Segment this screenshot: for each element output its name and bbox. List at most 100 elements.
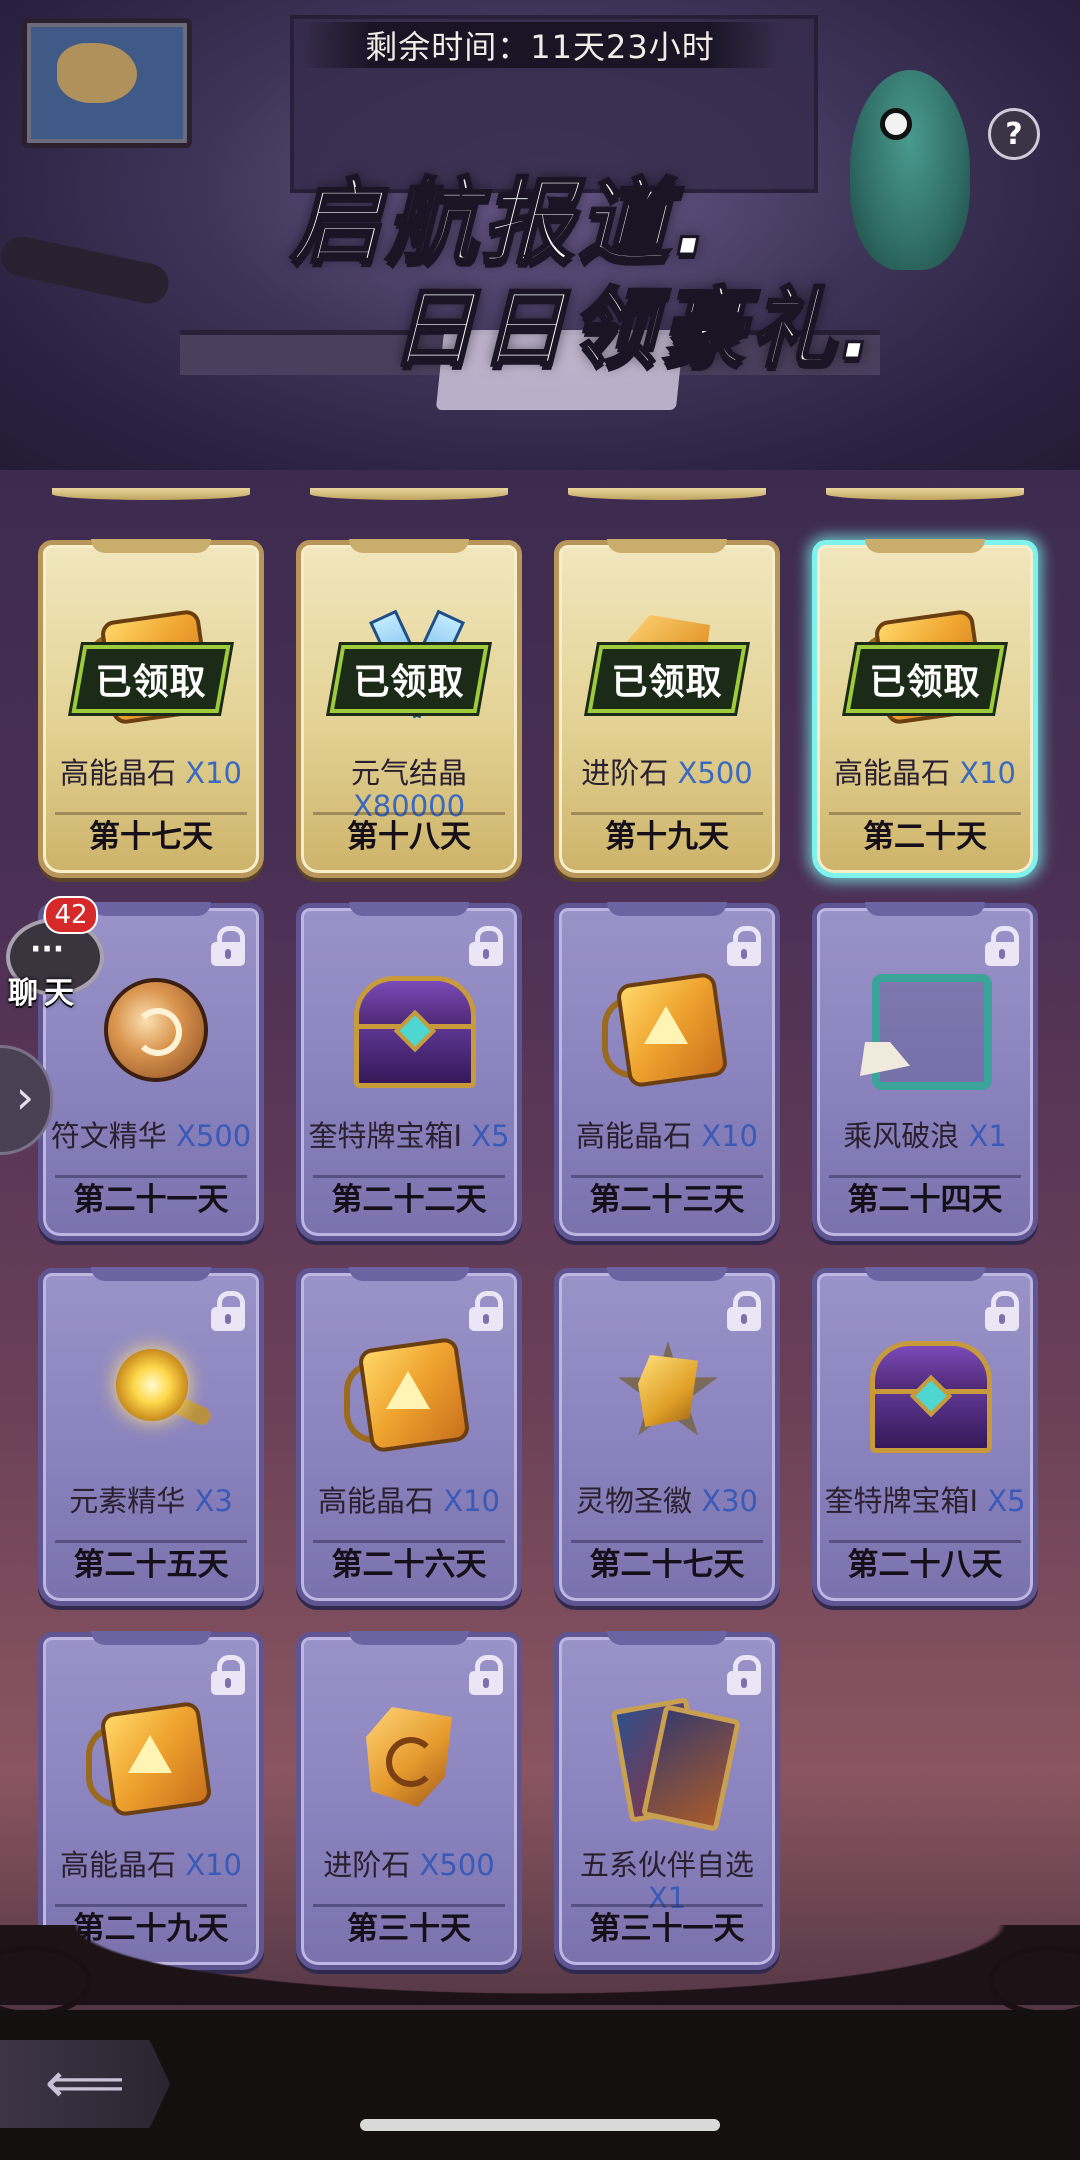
lock-icon — [727, 1291, 761, 1331]
reward-item-name: 高能晶石 — [833, 756, 950, 790]
advance-stone-icon — [344, 1695, 474, 1815]
reward-day-label: 第二十四天 — [829, 1175, 1021, 1222]
home-indicator[interactable] — [360, 2119, 720, 2131]
spirit-emblem-icon — [602, 1331, 732, 1451]
back-button[interactable]: ⟸ — [0, 2040, 170, 2128]
card-notch — [349, 902, 469, 916]
reward-item-name: 元气结晶 — [350, 756, 467, 790]
reward-quantity: X30 — [701, 1484, 758, 1518]
lock-icon — [469, 926, 503, 966]
reward-name: 符文精华 X500 — [43, 1120, 259, 1153]
help-button[interactable]: ? — [988, 108, 1040, 160]
unread-count-badge: 42 — [44, 896, 98, 934]
reward-name: 高能晶石 X10 — [43, 757, 259, 790]
reward-item-name: 符文精华 — [50, 1119, 167, 1153]
lock-icon — [985, 926, 1019, 966]
reward-card[interactable]: 奎特牌宝箱I X5 第二十二天 — [296, 902, 522, 1241]
card-notch — [607, 902, 727, 916]
treasure-chest-icon — [860, 1331, 992, 1453]
lock-icon — [211, 1291, 245, 1331]
reward-card[interactable]: 奎特牌宝箱I X5 第二十八天 — [812, 1267, 1038, 1606]
header-banner: 剩余时间：11天23小时 ? 启航报道. 日日领豪礼. — [0, 0, 1080, 470]
reward-item-name: 高能晶石 — [59, 756, 176, 790]
reward-item-name: 奎特牌宝箱I — [308, 1119, 462, 1153]
reward-day-label: 第二十三天 — [571, 1175, 763, 1222]
energy-crystal-icon — [602, 966, 732, 1089]
reward-card[interactable]: 已领取 元气结晶 X80000 第十八天 — [296, 539, 522, 878]
telescope-decoration — [0, 232, 173, 308]
card-notch — [349, 539, 469, 553]
reward-day-label: 第十七天 — [55, 812, 247, 859]
reward-name: 高能晶石 X10 — [43, 1849, 259, 1882]
reward-day-label: 第二十五天 — [55, 1540, 247, 1587]
energy-crystal-icon — [86, 1695, 216, 1818]
reward-name: 乘风破浪 X1 — [817, 1120, 1033, 1153]
energy-crystal-icon — [344, 1331, 474, 1454]
reward-name: 灵物圣徽 X30 — [559, 1485, 775, 1518]
reward-name: 高能晶石 X10 — [301, 1485, 517, 1518]
reward-quantity: X500 — [176, 1119, 252, 1153]
back-arrow-icon: ⟸ — [44, 2051, 126, 2116]
reward-day-label: 第二十天 — [829, 812, 1021, 859]
previous-row-edge — [310, 488, 508, 500]
treasure-chest-icon — [344, 966, 476, 1088]
reward-quantity: X10 — [959, 756, 1016, 790]
reward-card[interactable]: 已领取高能晶石 X10 第十七天 — [38, 539, 264, 878]
chat-label: 聊天 — [8, 976, 80, 1011]
reward-card[interactable]: 高能晶石 X10 第二十六天 — [296, 1267, 522, 1606]
reward-day-label: 第十九天 — [571, 812, 763, 859]
reward-name: 高能晶石 X10 — [817, 757, 1033, 790]
previous-row-edge — [52, 488, 250, 500]
claimed-text: 已领取 — [95, 662, 207, 703]
reward-day-label: 第十八天 — [313, 812, 505, 859]
card-notch — [91, 539, 211, 553]
remaining-time-bar: 剩余时间：11天23小时 — [300, 22, 780, 68]
card-notch — [865, 1267, 985, 1281]
card-notch — [91, 1631, 211, 1645]
card-notch — [607, 539, 727, 553]
lock-icon — [211, 1655, 245, 1695]
reward-name: 进阶石 X500 — [559, 757, 775, 790]
reward-card[interactable]: 五系伙伴自选 X1第三十一天 — [554, 1631, 780, 1970]
parrot-mascot — [850, 70, 970, 270]
reward-quantity: X500 — [419, 1848, 495, 1882]
reward-card[interactable]: 灵物圣徽 X30 第二十七天 — [554, 1267, 780, 1606]
world-map-decoration — [22, 18, 192, 148]
reward-card[interactable]: 已领取高能晶石 X10 第二十天 — [812, 539, 1038, 878]
reward-item-name: 高能晶石 — [59, 1848, 176, 1882]
reward-card[interactable]: 元素精华 X3 第二十五天 — [38, 1267, 264, 1606]
reward-card[interactable]: 乘风破浪 X1 第二十四天 — [812, 902, 1038, 1241]
reward-item-name: 元素精华 — [69, 1484, 186, 1518]
reward-item-name: 进阶石 — [581, 756, 669, 790]
card-notch — [865, 539, 985, 553]
reward-item-name: 乘风破浪 — [843, 1119, 960, 1153]
reward-name: 进阶石 X500 — [301, 1849, 517, 1882]
reward-day-label: 第二十八天 — [829, 1540, 1021, 1587]
lock-icon — [469, 1291, 503, 1331]
claimed-stamp: 已领取 — [71, 645, 231, 713]
avatar-frame-icon — [860, 966, 992, 1090]
element-essence-icon — [86, 1331, 216, 1451]
claimed-text: 已领取 — [869, 662, 981, 703]
reward-quantity: X5 — [471, 1119, 510, 1153]
reward-card[interactable]: 高能晶石 X10第二十九天 — [38, 1631, 264, 1970]
reward-quantity: X3 — [194, 1484, 233, 1518]
card-notch — [91, 902, 211, 916]
chat-button[interactable]: 42 聊天 — [0, 896, 104, 1011]
reward-name: 奎特牌宝箱I X5 — [301, 1120, 517, 1153]
reward-item-name: 五系伙伴自选 — [579, 1848, 754, 1882]
previous-row-edge — [568, 488, 766, 500]
reward-card[interactable]: 高能晶石 X10 第二十三天 — [554, 902, 780, 1241]
claimed-stamp: 已领取 — [845, 645, 1005, 713]
card-notch — [865, 902, 985, 916]
reward-card[interactable]: 已领取进阶石 X500 第十九天 — [554, 539, 780, 878]
lock-icon — [211, 926, 245, 966]
claimed-text: 已领取 — [353, 662, 465, 703]
reward-item-name: 高能晶石 — [575, 1119, 692, 1153]
claimed-stamp: 已领取 — [587, 645, 747, 713]
lock-icon — [469, 1655, 503, 1695]
reward-name: 元素精华 X3 — [43, 1485, 259, 1518]
remaining-time-text: 剩余时间：11天23小时 — [365, 28, 715, 66]
lock-icon — [727, 1655, 761, 1695]
reward-card[interactable]: 进阶石 X500第三十天 — [296, 1631, 522, 1970]
